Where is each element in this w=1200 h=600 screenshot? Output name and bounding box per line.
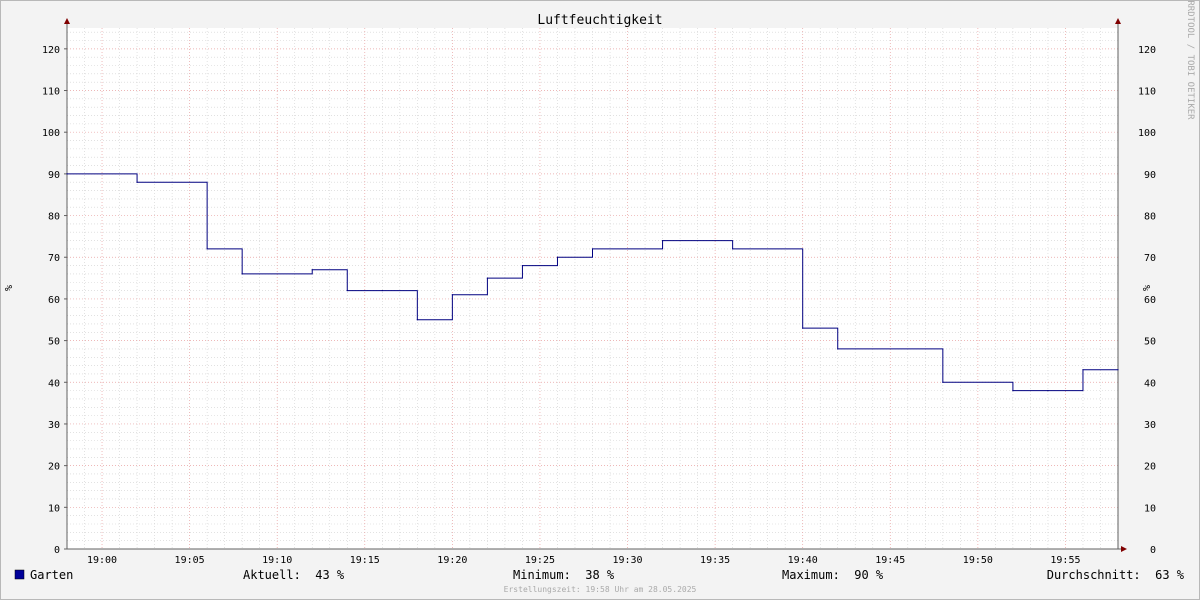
y-tick-label-left: 80 <box>48 212 60 223</box>
creation-time: Erstellungszeit: 19:58 Uhr am 28.05.2025 <box>504 585 697 594</box>
y-tick-label-left: 60 <box>48 295 60 306</box>
y-tick-label-left: 120 <box>42 45 60 56</box>
data-point-garten <box>556 256 559 258</box>
y-tick-label-left: 70 <box>48 253 60 264</box>
y-tick-label-left: 110 <box>42 87 60 98</box>
x-tick-label: 19:45 <box>875 555 905 566</box>
data-point-garten <box>591 248 594 250</box>
y-tick-label-left: 40 <box>48 378 60 389</box>
data-point-garten <box>311 269 313 271</box>
x-tick-label: 19:40 <box>788 555 818 566</box>
stat-maximum: Maximum: 90 % <box>782 568 884 582</box>
x-tick-label: 19:10 <box>262 555 292 566</box>
x-tick-label: 19:05 <box>175 555 205 566</box>
x-tick-label: 19:15 <box>350 555 380 566</box>
y-tick-label-left: 50 <box>48 337 60 348</box>
y-axis-arrow-right <box>1115 18 1121 24</box>
data-point-garten <box>661 239 664 242</box>
legend-label-garten: Garten <box>30 568 73 582</box>
data-point-garten <box>416 319 418 321</box>
data-point-garten <box>942 381 944 383</box>
y-tick-label-right: 100 <box>1138 128 1156 139</box>
y-tick-label-left: 0 <box>54 545 60 556</box>
data-point-garten <box>521 264 524 267</box>
data-point-garten <box>241 273 243 275</box>
x-tick-label: 19:00 <box>87 555 117 566</box>
y-tick-label-left: 20 <box>48 462 60 473</box>
y-tick-label-left: 90 <box>48 170 60 181</box>
data-point-garten <box>66 173 68 175</box>
humidity-chart: 0 0 10 10 20 20 30 30 40 40 50 50 60 60 70 70 80 80 90 90 10… <box>4 0 1195 594</box>
y-tick-label-left: 10 <box>48 503 60 514</box>
x-tick-label: 19:25 <box>525 555 555 566</box>
data-point-garten <box>381 289 383 292</box>
y-tick-label-left: 100 <box>42 128 60 139</box>
stat-current: Aktuell: 43 % <box>243 568 345 582</box>
data-point-garten <box>486 277 488 279</box>
x-tick-label: 19:35 <box>700 555 730 566</box>
stat-average: Durchschnitt: 63 % <box>1047 568 1185 582</box>
x-tick-label: 19:20 <box>437 555 467 566</box>
y-tick-label-right: 120 <box>1138 45 1156 56</box>
y-tick-label-right: 50 <box>1144 337 1156 348</box>
y-tick-label-right: 80 <box>1144 212 1156 223</box>
data-point-garten <box>1047 390 1049 392</box>
data-point-garten <box>1082 369 1084 371</box>
y-axis-arrow-left <box>64 18 70 24</box>
legend-swatch-garten <box>14 569 25 580</box>
y-tick-label-right: 0 <box>1150 545 1156 556</box>
data-point-garten <box>1117 369 1119 371</box>
y-tick-label-right: 60 <box>1144 295 1156 306</box>
y-tick-label-right: 90 <box>1144 170 1156 181</box>
y-axis-label-right: % <box>1142 285 1153 291</box>
data-point-garten <box>732 248 734 250</box>
data-point-garten <box>837 348 839 350</box>
chart-title: Luftfeuchtigkeit <box>537 13 662 28</box>
data-point-garten <box>802 327 804 329</box>
data-point-garten <box>136 181 138 183</box>
data-point-garten <box>206 248 208 250</box>
y-tick-label-right: 70 <box>1144 253 1156 264</box>
y-tick-label-right: 10 <box>1144 503 1156 514</box>
rrdtool-credit: RRDTOOL / TOBI OETIKER <box>1185 0 1195 120</box>
x-tick-label: 19:55 <box>1050 555 1080 566</box>
x-tick-label: 19:30 <box>612 555 642 566</box>
data-point-garten <box>1012 390 1014 392</box>
grid <box>66 28 1119 550</box>
data-point-garten <box>451 294 453 296</box>
y-tick-label-right: 30 <box>1144 420 1156 431</box>
x-axis-arrow <box>1121 546 1127 552</box>
y-tick-label-left: 30 <box>48 420 60 431</box>
y-tick-label-right: 110 <box>1138 87 1156 98</box>
y-tick-label-right: 40 <box>1144 378 1156 389</box>
data-point-garten <box>346 289 348 292</box>
y-tick-label-right: 20 <box>1144 462 1156 473</box>
y-axis-label-left: % <box>4 285 15 291</box>
x-tick-label: 19:50 <box>963 555 993 566</box>
stat-minimum: Minimum: 38 % <box>513 568 615 582</box>
